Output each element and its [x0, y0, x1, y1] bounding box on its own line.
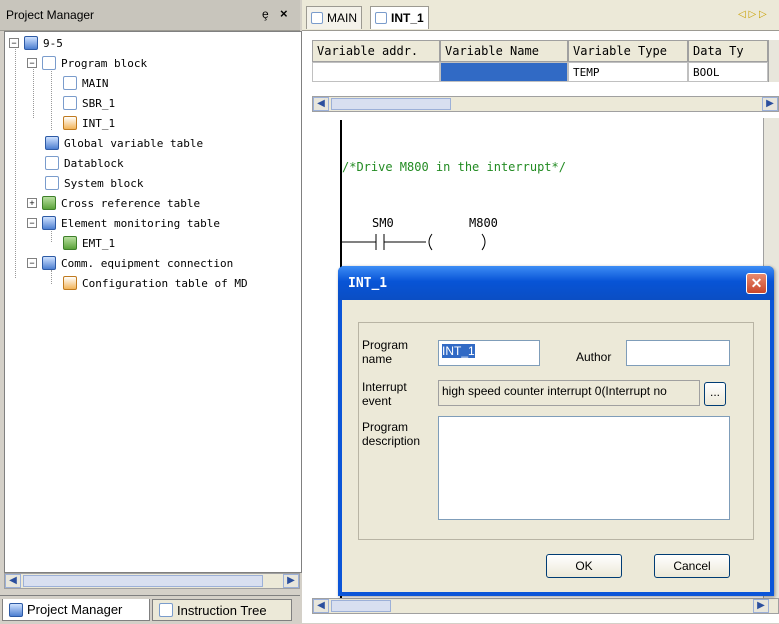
scroll-left-icon[interactable]: ◀ [313, 599, 329, 613]
column-header[interactable]: Variable addr. [312, 40, 440, 62]
program-name-input[interactable]: INT_1 [438, 340, 540, 366]
variable-table-icon [45, 136, 59, 150]
instruction-tree-icon [159, 603, 173, 617]
editor-tabbar: MAIN INT_1 ◁ ▷ ▷ [302, 0, 779, 31]
project-tree[interactable]: − 9-5 − Program block MAIN SBR_1 INT_1 G… [4, 31, 302, 573]
vertical-scrollbar[interactable] [768, 40, 779, 82]
tree-item-comm-equipment-connection[interactable]: − Comm. equipment connection [27, 254, 233, 272]
tree-item-program-block[interactable]: − Program block [27, 54, 147, 72]
tree-item-project[interactable]: − 9-5 [9, 34, 63, 52]
coil-right [481, 233, 486, 251]
table-cell-selected[interactable] [440, 62, 568, 82]
table-cell[interactable] [312, 62, 440, 82]
project-manager-titlebar: Project Manager ȩ × [0, 0, 300, 31]
cancel-button[interactable]: Cancel [654, 554, 730, 578]
cross-reference-icon [42, 196, 56, 210]
pin-icon[interactable]: ȩ [262, 7, 269, 21]
interrupt-event-field: high speed counter interrupt 0(Interrupt… [438, 380, 700, 406]
scroll-left-icon[interactable]: ◀ [313, 97, 329, 111]
tree-item-int1[interactable]: INT_1 [63, 114, 115, 132]
tab-int1[interactable]: INT_1 [370, 6, 429, 29]
tree-item-sbr1[interactable]: SBR_1 [63, 94, 115, 112]
ladder-horizontal-scrollbar[interactable]: ◀ ▶ [312, 598, 779, 614]
program-icon [63, 116, 77, 130]
rung-comment: /*Drive M800 in the interrupt*/ [342, 160, 566, 174]
panel-tabs: Project Manager Instruction Tree [0, 595, 300, 624]
scroll-left-icon[interactable]: ◀ [5, 574, 21, 588]
ladder-rung[interactable] [340, 228, 520, 252]
scroll-right-icon[interactable]: ▶ [283, 574, 299, 588]
project-icon [9, 602, 23, 617]
program-name-label: Program name [362, 338, 409, 366]
scroll-thumb[interactable] [23, 575, 263, 587]
collapse-icon[interactable]: − [27, 218, 37, 228]
column-header[interactable]: Variable Type [568, 40, 688, 62]
table-cell[interactable]: BOOL [688, 62, 768, 82]
program-description-label: Program description [362, 420, 421, 448]
program-icon [311, 12, 323, 24]
author-label: Author [576, 350, 612, 364]
tree-item-element-monitoring-table[interactable]: − Element monitoring table [27, 214, 220, 232]
system-block-icon [45, 176, 59, 190]
interrupt-event-label: Interrupt event [362, 380, 407, 408]
tree-item-system-block[interactable]: System block [45, 174, 143, 192]
tab-instruction-tree[interactable]: Instruction Tree [152, 599, 292, 621]
column-header[interactable]: Variable Name [440, 40, 568, 62]
ok-button[interactable]: OK [546, 554, 622, 578]
scroll-right-icon[interactable]: ▶ [762, 97, 778, 111]
tree-item-configuration-table[interactable]: Configuration table of MD [63, 274, 248, 292]
scroll-thumb[interactable] [331, 600, 391, 612]
collapse-icon[interactable]: − [27, 58, 37, 68]
tree-horizontal-scrollbar[interactable]: ◀ ▶ [4, 573, 300, 589]
tree-item-global-variable-table[interactable]: Global variable table [45, 134, 203, 152]
close-icon[interactable]: ✕ [746, 273, 767, 294]
collapse-icon[interactable]: − [27, 258, 37, 268]
config-table-icon [63, 276, 77, 290]
monitor-icon [63, 236, 77, 250]
coil-left [428, 233, 433, 251]
author-input[interactable] [626, 340, 730, 366]
int1-dialog: INT_1 ✕ Program name INT_1 Author Interr… [338, 266, 774, 596]
close-icon[interactable]: × [280, 6, 288, 21]
tree-item-emt1[interactable]: EMT_1 [63, 234, 115, 252]
variable-table[interactable]: Variable addr. Variable Name Variable Ty… [312, 40, 779, 96]
collapse-icon[interactable]: − [9, 38, 19, 48]
project-icon [24, 36, 38, 50]
tree-item-datablock[interactable]: Datablock [45, 154, 124, 172]
datablock-icon [45, 156, 59, 170]
tab-project-manager[interactable]: Project Manager [2, 599, 150, 621]
table-cell[interactable]: TEMP [568, 62, 688, 82]
project-manager-title: Project Manager [6, 8, 95, 22]
connection-icon [42, 256, 56, 270]
program-icon [63, 96, 77, 110]
program-icon [63, 76, 77, 90]
program-icon [375, 12, 387, 24]
tree-item-main[interactable]: MAIN [63, 74, 109, 92]
tab-main[interactable]: MAIN [306, 6, 362, 29]
browse-button[interactable]: ... [704, 382, 726, 406]
program-description-input[interactable] [438, 416, 730, 520]
scroll-thumb[interactable] [331, 98, 451, 110]
dialog-title: INT_1 [348, 276, 388, 291]
scroll-right-icon[interactable]: ▶ [753, 599, 769, 613]
tree-item-cross-reference-table[interactable]: + Cross reference table [27, 194, 200, 212]
dialog-titlebar[interactable]: INT_1 ✕ [338, 266, 774, 300]
monitor-table-icon [42, 216, 56, 230]
tab-scroll-icon[interactable]: ◁ ▷ ▷ [738, 9, 767, 20]
table-horizontal-scrollbar[interactable]: ◀ ▶ [312, 96, 779, 112]
column-header[interactable]: Data Ty [688, 40, 768, 62]
dialog-body: Program name INT_1 Author Interrupt even… [342, 300, 770, 592]
folder-icon [42, 56, 56, 70]
expand-icon[interactable]: + [27, 198, 37, 208]
